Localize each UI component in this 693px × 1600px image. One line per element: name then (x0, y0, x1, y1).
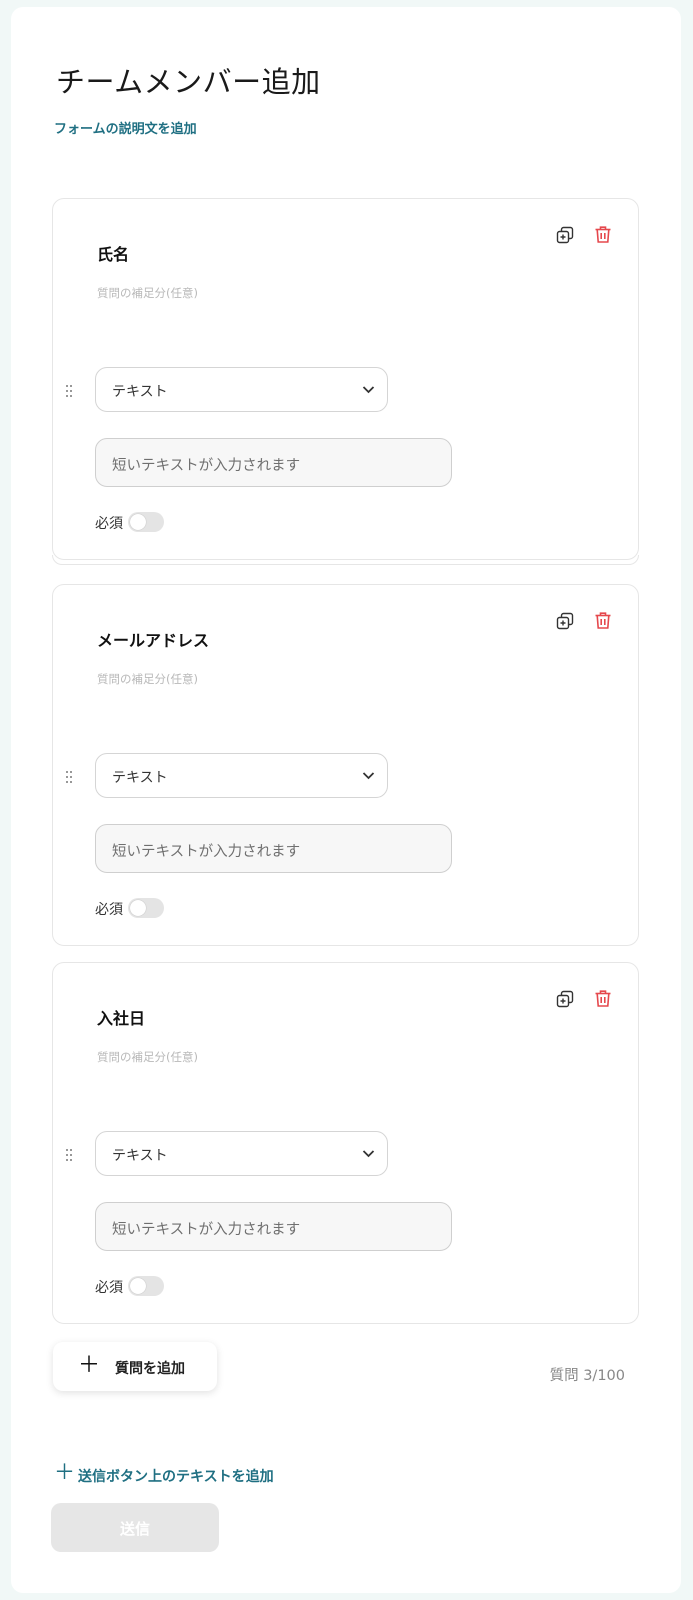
add-question-label: 質問を追加 (115, 1361, 185, 1377)
drag-handle-icon[interactable] (65, 384, 73, 398)
answer-placeholder: 短いテキストが入力されます (112, 458, 301, 474)
add-question-button[interactable]: ＋ 質問を追加 (53, 1342, 217, 1391)
form-editor-panel: チームメンバー追加 フォームの説明文を追加 氏名 質問の補足分(任意) テキスト… (11, 7, 681, 1593)
duplicate-icon[interactable] (556, 990, 574, 1008)
duplicate-icon[interactable] (556, 612, 574, 630)
required-toggle[interactable] (128, 512, 164, 532)
toggle-knob (130, 1278, 146, 1294)
trash-icon[interactable] (594, 611, 612, 630)
toggle-knob (130, 514, 146, 530)
question-type-select[interactable]: テキスト (95, 753, 388, 798)
answer-placeholder: 短いテキストが入力されます (112, 844, 301, 860)
submit-button[interactable]: 送信 (51, 1503, 219, 1552)
plus-icon: ＋ (78, 1353, 101, 1378)
question-title[interactable]: 氏名 (97, 241, 129, 265)
trash-icon[interactable] (594, 989, 612, 1008)
question-subtitle[interactable]: 質問の補足分(任意) (97, 1049, 198, 1065)
required-label: 必須 (95, 902, 123, 918)
drag-handle-icon[interactable] (65, 770, 73, 784)
question-type-value: テキスト (112, 384, 168, 400)
required-label: 必須 (95, 516, 123, 532)
answer-preview-field: 短いテキストが入力されます (95, 824, 452, 873)
question-type-select[interactable]: テキスト (95, 367, 388, 412)
answer-placeholder: 短いテキストが入力されます (112, 1222, 301, 1238)
submit-label: 送信 (119, 1520, 150, 1538)
question-subtitle[interactable]: 質問の補足分(任意) (97, 285, 198, 301)
question-title[interactable]: メールアドレス (97, 627, 209, 651)
question-type-value: テキスト (112, 1148, 168, 1164)
chevron-down-icon (362, 386, 375, 394)
question-type-select[interactable]: テキスト (95, 1131, 388, 1176)
question-card[interactable]: メールアドレス 質問の補足分(任意) テキスト 短いテキストが入力されます 必須 (52, 584, 639, 946)
answer-preview-field: 短いテキストが入力されます (95, 1202, 452, 1251)
duplicate-icon[interactable] (556, 226, 574, 244)
required-label: 必須 (95, 1280, 123, 1296)
required-toggle[interactable] (128, 898, 164, 918)
chevron-down-icon (362, 1150, 375, 1158)
plus-icon: ＋ (54, 1460, 75, 1484)
add-form-description-link[interactable]: フォームの説明文を追加 (54, 118, 197, 137)
answer-preview-field: 短いテキストが入力されます (95, 438, 452, 487)
question-title[interactable]: 入社日 (97, 1005, 145, 1029)
toggle-knob (130, 900, 146, 916)
question-card[interactable]: 氏名 質問の補足分(任意) テキスト 短いテキストが入力されます 必須 (52, 198, 639, 560)
question-card[interactable]: 入社日 質問の補足分(任意) テキスト 短いテキストが入力されます 必須 (52, 962, 639, 1324)
chevron-down-icon (362, 772, 375, 780)
question-type-value: テキスト (112, 770, 168, 786)
drag-handle-icon[interactable] (65, 1148, 73, 1162)
trash-icon[interactable] (594, 225, 612, 244)
add-submit-text-label: 送信ボタン上のテキストを追加 (78, 1469, 274, 1485)
question-count: 質問 3/100 (549, 1368, 625, 1384)
question-subtitle[interactable]: 質問の補足分(任意) (97, 671, 198, 687)
required-toggle[interactable] (128, 1276, 164, 1296)
form-title[interactable]: チームメンバー追加 (56, 59, 321, 101)
